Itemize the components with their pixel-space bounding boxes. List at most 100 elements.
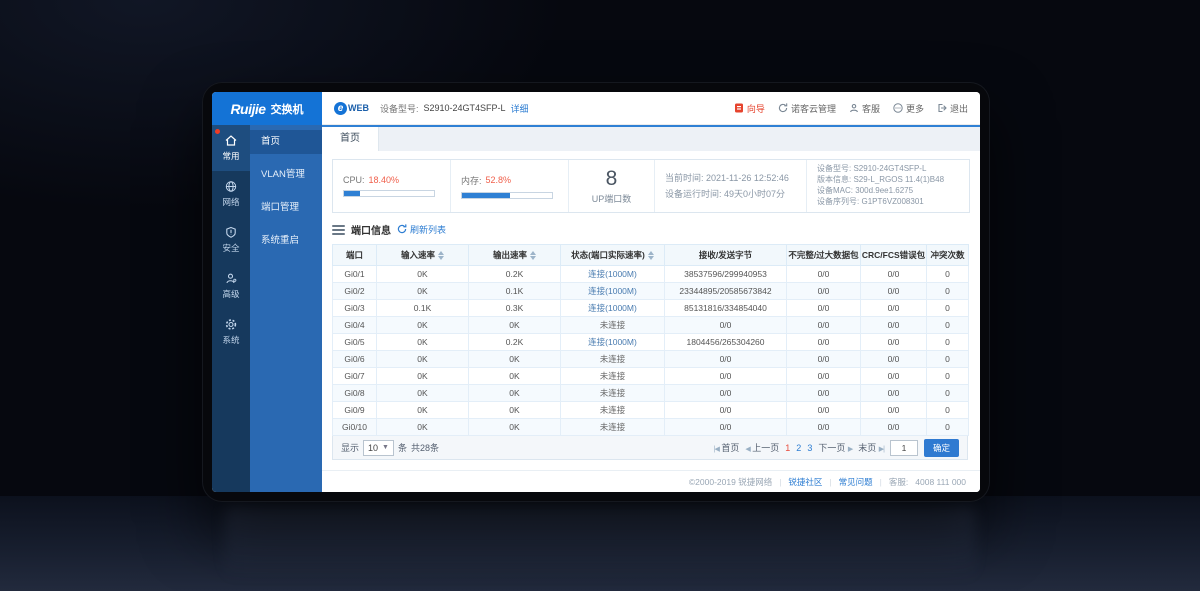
separator: | [829, 477, 831, 487]
table-cell: 未连接 [561, 368, 665, 385]
sidebar-icon-rail: 常用 网络 安全 高级 系统 [212, 125, 250, 492]
monitor-reflection [225, 505, 975, 580]
sidebar-item-label: 网络 [222, 196, 239, 208]
notification-dot [215, 129, 220, 134]
menu-icon[interactable] [332, 225, 345, 235]
last-page-button[interactable]: 末页 ▶| [858, 441, 884, 454]
total-count: 共28条 [411, 441, 439, 454]
table-cell: 未连接 [561, 402, 665, 419]
app-header: Ruijie 交换机 e WEB 设备型号: S2910-24GT4SFP-L … [212, 92, 980, 125]
prev-page-button[interactable]: ◀ 上一页 [745, 441, 779, 454]
table-cell: 0K [377, 334, 469, 351]
separator: | [779, 477, 781, 487]
table-cell: 0/0 [787, 385, 861, 402]
faq-link[interactable]: 常见问题 [839, 476, 873, 488]
table-cell: 0K [469, 317, 561, 334]
sidebar-item-network[interactable]: 网络 [212, 171, 250, 217]
sidebar-item-common[interactable]: 常用 [212, 125, 250, 171]
current-time-value: 2021-11-26 12:52:46 [706, 173, 789, 183]
table-cell: Gi0/10 [333, 419, 377, 436]
last-page-icon: ▶| [879, 446, 884, 453]
submenu-item-port[interactable]: 端口管理 [250, 196, 322, 220]
table-cell: 0/0 [861, 419, 927, 436]
refresh-label: 刷新列表 [410, 223, 446, 236]
cloud-manage-label: 诺客云管理 [791, 102, 836, 115]
wizard-button[interactable]: 向导 [734, 102, 765, 115]
table-cell: 0/0 [787, 266, 861, 283]
memory-stat: 内存: 52.8% [451, 160, 569, 212]
cpu-progress-fill [344, 191, 360, 196]
table-cell: 0K [377, 368, 469, 385]
table-cell: 连接(1000M) [561, 300, 665, 317]
table-cell: 0 [927, 351, 969, 368]
table-cell: 0K [469, 385, 561, 402]
submenu-item-vlan[interactable]: VLAN管理 [250, 163, 322, 187]
table-cell: 0/0 [861, 334, 927, 351]
table-cell: 0 [927, 317, 969, 334]
table-cell: 0 [927, 402, 969, 419]
app-footer: ©2000-2019 锐捷网络 | 锐捷社区 | 常见问题 | 客服: 4008… [322, 470, 980, 492]
table-cell: 0.3K [469, 300, 561, 317]
first-page-button[interactable]: |◀ 首页 [714, 441, 740, 454]
header-main: e WEB 设备型号: S2910-24GT4SFP-L 详细 向导 诺客云管理… [322, 92, 980, 125]
table-cell: 连接(1000M) [561, 266, 665, 283]
table-cell: 0/0 [861, 283, 927, 300]
copyright-text: ©2000-2019 锐捷网络 [689, 476, 772, 488]
table-cell: 23344895/20585673842 [665, 283, 787, 300]
goto-page-input[interactable] [890, 440, 918, 456]
gear-icon [224, 318, 238, 331]
next-page-button[interactable]: 下一页 ▶ [818, 441, 852, 454]
table-cell: 未连接 [561, 317, 665, 334]
table-cell: 0K [469, 368, 561, 385]
info-label: 版本信息: [817, 175, 851, 184]
cloud-manage-button[interactable]: 诺客云管理 [778, 102, 836, 115]
table-row: Gi0/40K0K未连接0/00/00/00 [333, 317, 969, 334]
table-cell: 0K [377, 283, 469, 300]
service-label: 客服: [889, 476, 908, 488]
sort-icon[interactable] [530, 251, 536, 260]
page-number-3[interactable]: 3 [807, 443, 812, 453]
table-cell: 连接(1000M) [561, 334, 665, 351]
more-button[interactable]: 更多 [893, 102, 924, 115]
brand-suffix: 交换机 [271, 101, 304, 117]
submenu-item-restart[interactable]: 系统重启 [250, 229, 322, 253]
table-cell: 0/0 [861, 368, 927, 385]
page-size-select[interactable]: 10 ▼ [363, 440, 394, 456]
table-row: Gi0/50K0.2K连接(1000M)1804456/2653042600/0… [333, 334, 969, 351]
table-cell: 0K [377, 419, 469, 436]
table-cell: Gi0/1 [333, 266, 377, 283]
device-info: 设备型号: S2910-24GT4SFP-L 版本信息: S29-L_RGOS … [807, 160, 969, 212]
confirm-button[interactable]: 确定 [924, 439, 959, 457]
table-row: Gi0/100K0K未连接0/00/00/00 [333, 419, 969, 436]
info-value: G1PT6VZ008301 [861, 197, 923, 206]
page-number-2[interactable]: 2 [796, 443, 801, 453]
table-cell: 0 [927, 419, 969, 436]
submenu-item-home[interactable]: 首页 [250, 130, 322, 154]
refresh-list-button[interactable]: 刷新列表 [397, 223, 446, 236]
memory-value: 52.8% [486, 175, 512, 185]
support-button[interactable]: 客服 [849, 102, 880, 115]
col-collisions: 冲突次数 [927, 245, 969, 266]
port-table: 端口 输入速率 输出速率 状态(端口实际速率) 接收/发送字节 不完整/过大数据… [332, 244, 969, 436]
page-number-1[interactable]: 1 [785, 443, 790, 453]
logout-button[interactable]: 退出 [937, 102, 968, 115]
tab-home[interactable]: 首页 [322, 127, 379, 151]
table-cell: Gi0/5 [333, 334, 377, 351]
sidebar-item-system[interactable]: 系统 [212, 309, 250, 355]
table-row: Gi0/30.1K0.3K连接(1000M)85131816/334854040… [333, 300, 969, 317]
sort-icon[interactable] [648, 251, 654, 260]
sidebar-item-security[interactable]: 安全 [212, 217, 250, 263]
time-stat: 当前时间: 2021-11-26 12:52:46 设备运行时间: 49天0小时… [655, 160, 807, 212]
first-page-icon: |◀ [714, 446, 719, 453]
community-link[interactable]: 锐捷社区 [788, 476, 822, 488]
screen: Ruijie 交换机 e WEB 设备型号: S2910-24GT4SFP-L … [212, 92, 980, 492]
sidebar-submenu: 首页 VLAN管理 端口管理 系统重启 [250, 125, 322, 492]
table-cell: 0/0 [665, 351, 787, 368]
sort-icon[interactable] [438, 251, 444, 260]
table-cell: 0 [927, 266, 969, 283]
table-cell: Gi0/6 [333, 351, 377, 368]
table-cell: 0 [927, 385, 969, 402]
sidebar-item-advanced[interactable]: 高级 [212, 263, 250, 309]
table-cell: 0/0 [787, 351, 861, 368]
detail-link[interactable]: 详细 [511, 102, 529, 115]
